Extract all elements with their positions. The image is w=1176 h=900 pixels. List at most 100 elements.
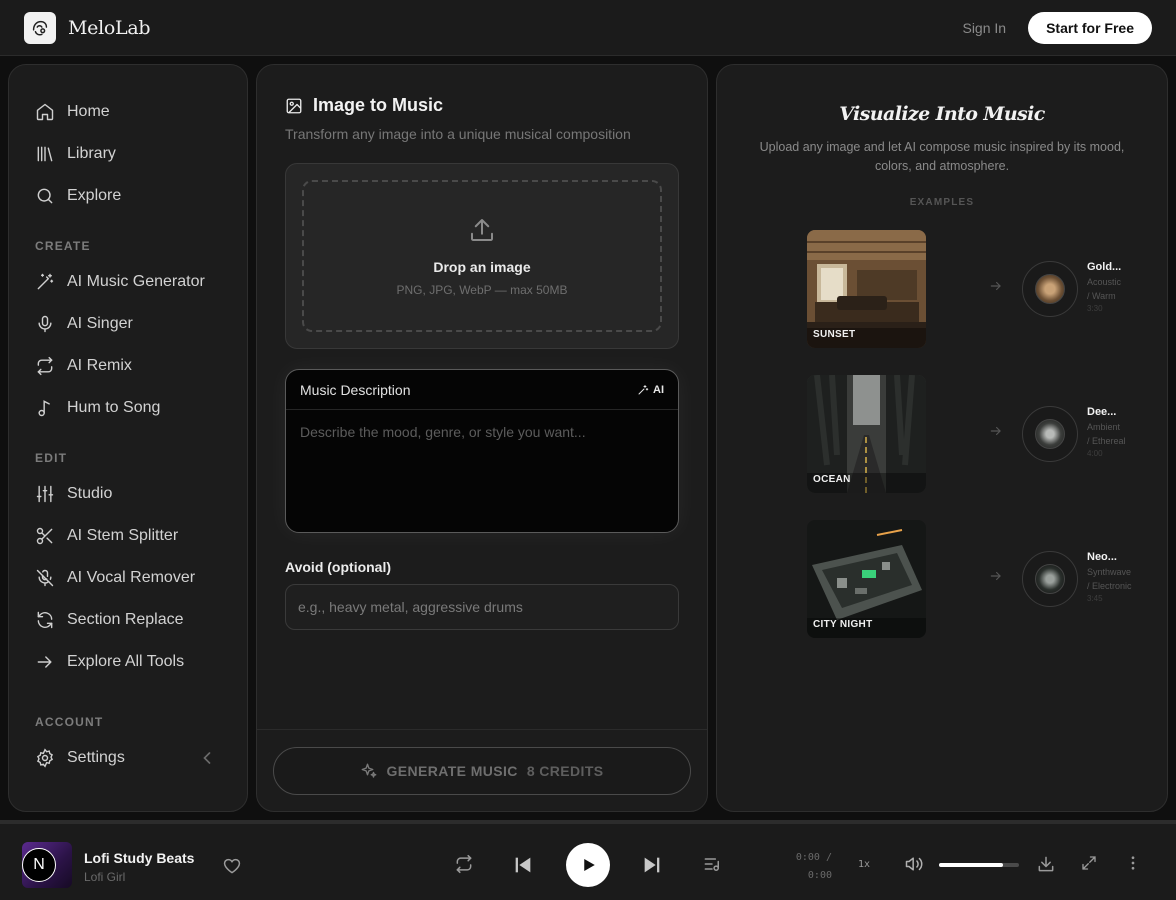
sidebar-item-library[interactable]: Library xyxy=(35,133,229,175)
sidebar-item-ai-remix[interactable]: AI Remix xyxy=(35,345,229,387)
example-image[interactable]: OCEAN xyxy=(807,375,926,493)
playback-speed[interactable]: 1x xyxy=(858,859,870,870)
sparkle-icon xyxy=(638,384,649,394)
examples-label: EXAMPLES xyxy=(909,197,975,208)
sign-in-link[interactable]: Sign In xyxy=(962,20,1006,36)
generate-bar: GENERATE MUSIC 8 CREDITS xyxy=(257,729,707,811)
album-cover[interactable]: N xyxy=(22,842,72,888)
panel-title-text: Image to Music xyxy=(313,95,444,115)
sidebar-item-hum-to-song[interactable]: Hum to Song xyxy=(35,387,229,429)
vinyl-disc xyxy=(1022,551,1078,607)
repeat-icon xyxy=(37,356,53,376)
download-icon[interactable] xyxy=(1036,854,1056,874)
repeat-icon[interactable] xyxy=(454,854,474,874)
sidebar-item-label: AI Remix xyxy=(67,357,132,374)
scissors-icon xyxy=(36,527,53,545)
previous-icon[interactable] xyxy=(512,854,534,876)
logo-icon[interactable] xyxy=(24,11,56,44)
heart-icon[interactable] xyxy=(222,856,242,876)
sidebar-item-label: Section Replace xyxy=(67,611,184,628)
sidebar-item-label: AI Singer xyxy=(67,315,133,332)
example-meta: Dee... Ambient / Ethereal 4:00 xyxy=(1087,406,1137,458)
example-genre: Acoustic / Warm xyxy=(1087,277,1122,301)
dropzone-title: Drop an image xyxy=(433,259,531,275)
home-icon xyxy=(36,103,54,121)
play-icon xyxy=(584,859,595,871)
vinyl-disc xyxy=(1022,406,1078,462)
mic-off-icon xyxy=(36,569,54,587)
sidebar-item-ai-stem-splitter[interactable]: AI Stem Splitter xyxy=(35,515,229,557)
image-icon xyxy=(286,98,302,113)
avatar: N xyxy=(22,848,56,882)
arrow-right-icon xyxy=(37,656,52,668)
sidebar-item-ai-vocal-remover[interactable]: AI Vocal Remover xyxy=(35,557,229,599)
volume-icon[interactable] xyxy=(904,854,924,874)
sidebar-item-section-replace[interactable]: Section Replace xyxy=(35,599,229,641)
generate-music-button[interactable]: GENERATE MUSIC 8 CREDITS xyxy=(273,747,691,795)
example-image-label: OCEAN xyxy=(813,474,851,485)
example-image-label: SUNSET xyxy=(813,329,856,340)
music-note-icon xyxy=(38,400,50,417)
sidebar: Home Library Explore CREATE AI Music Gen… xyxy=(8,64,248,812)
example-duration: 4:00 xyxy=(1087,449,1103,458)
library-icon xyxy=(37,146,53,162)
expand-icon[interactable] xyxy=(1080,854,1098,872)
example-meta: Neo... Synthwave / Electronic 3:45 xyxy=(1087,551,1137,603)
music-description-input[interactable]: Describe the mood, genre, or style you w… xyxy=(286,410,678,454)
section-label-create: CREATE xyxy=(35,239,91,253)
sidebar-item-home[interactable]: Home xyxy=(35,91,229,133)
dropzone-hint: PNG, JPG, WebP — max 50MB xyxy=(396,283,568,297)
sidebar-item-explore-all-tools[interactable]: Explore All Tools xyxy=(35,641,229,683)
example-row[interactable]: CITY NIGHT Neo... Synthwave / Electronic … xyxy=(807,520,1147,638)
example-row[interactable]: SUNSET Gold... Acoustic / Warm 3:30 xyxy=(807,230,1147,348)
sidebar-item-studio[interactable]: Studio xyxy=(35,473,229,515)
sidebar-item-ai-singer[interactable]: AI Singer xyxy=(35,303,229,345)
example-genre: Ambient / Ethereal xyxy=(1087,422,1126,446)
time-total: 0:00 xyxy=(807,870,832,881)
avoid-label: Avoid (optional) xyxy=(285,559,392,575)
section-label-edit: EDIT xyxy=(35,451,68,465)
next-icon[interactable] xyxy=(641,854,663,876)
microphone-icon xyxy=(38,315,52,333)
example-row[interactable]: OCEAN Dee... Ambient / Ethereal 4:00 xyxy=(807,375,1147,493)
volume-fill xyxy=(939,863,1003,867)
sidebar-item-label: Explore xyxy=(67,187,122,204)
arrow-right-icon xyxy=(990,571,1001,581)
brand-name[interactable]: MeloLab xyxy=(68,17,151,39)
track-title[interactable]: Lofi Study Beats xyxy=(84,850,194,866)
sidebar-item-ai-music-generator[interactable]: AI Music Generator xyxy=(35,261,229,303)
avoid-input[interactable] xyxy=(285,584,679,630)
example-genre: Synthwave / Electronic xyxy=(1087,567,1132,591)
example-duration: 3:45 xyxy=(1087,594,1103,603)
vinyl-disc xyxy=(1022,261,1078,317)
sidebar-item-label: AI Music Generator xyxy=(67,273,205,290)
play-button[interactable] xyxy=(566,843,610,887)
panel-title: Image to Music xyxy=(285,95,679,116)
chevron-left-icon[interactable] xyxy=(197,748,217,768)
sidebar-item-label: Library xyxy=(67,145,116,162)
image-dropzone[interactable]: Drop an image PNG, JPG, WebP — max 50MB xyxy=(285,163,679,349)
example-image[interactable]: SUNSET xyxy=(807,230,926,348)
track-artist[interactable]: Lofi Girl xyxy=(84,870,125,884)
visualize-subtitle: Upload any image and let AI compose musi… xyxy=(759,140,1125,173)
dropzone-area[interactable]: Drop an image PNG, JPG, WebP — max 50MB xyxy=(302,180,662,332)
example-image[interactable]: CITY NIGHT xyxy=(807,520,926,638)
ai-assist-button[interactable]: AI xyxy=(637,384,664,396)
sidebar-item-label: Home xyxy=(67,103,110,120)
sidebar-item-label: AI Stem Splitter xyxy=(67,527,179,544)
start-for-free-button[interactable]: Start for Free xyxy=(1028,11,1152,44)
more-options-icon[interactable] xyxy=(1124,854,1142,872)
visualize-panel: Visualize Into Music Upload any image an… xyxy=(716,64,1168,812)
example-image-label: CITY NIGHT xyxy=(813,619,873,630)
sidebar-item-settings[interactable]: Settings xyxy=(35,737,229,779)
sidebar-item-explore[interactable]: Explore xyxy=(35,175,229,217)
queue-icon[interactable] xyxy=(702,854,722,874)
example-meta: Gold... Acoustic / Warm 3:30 xyxy=(1087,261,1137,313)
generate-label: GENERATE MUSIC xyxy=(386,763,518,779)
volume-slider[interactable] xyxy=(939,863,1019,867)
arrow-right-icon xyxy=(990,281,1001,291)
sidebar-item-label: AI Vocal Remover xyxy=(67,569,196,586)
magic-wand-icon xyxy=(37,273,54,290)
image-to-music-panel: Image to Music Transform any image into … xyxy=(256,64,708,812)
sidebar-item-label: Studio xyxy=(67,485,113,502)
